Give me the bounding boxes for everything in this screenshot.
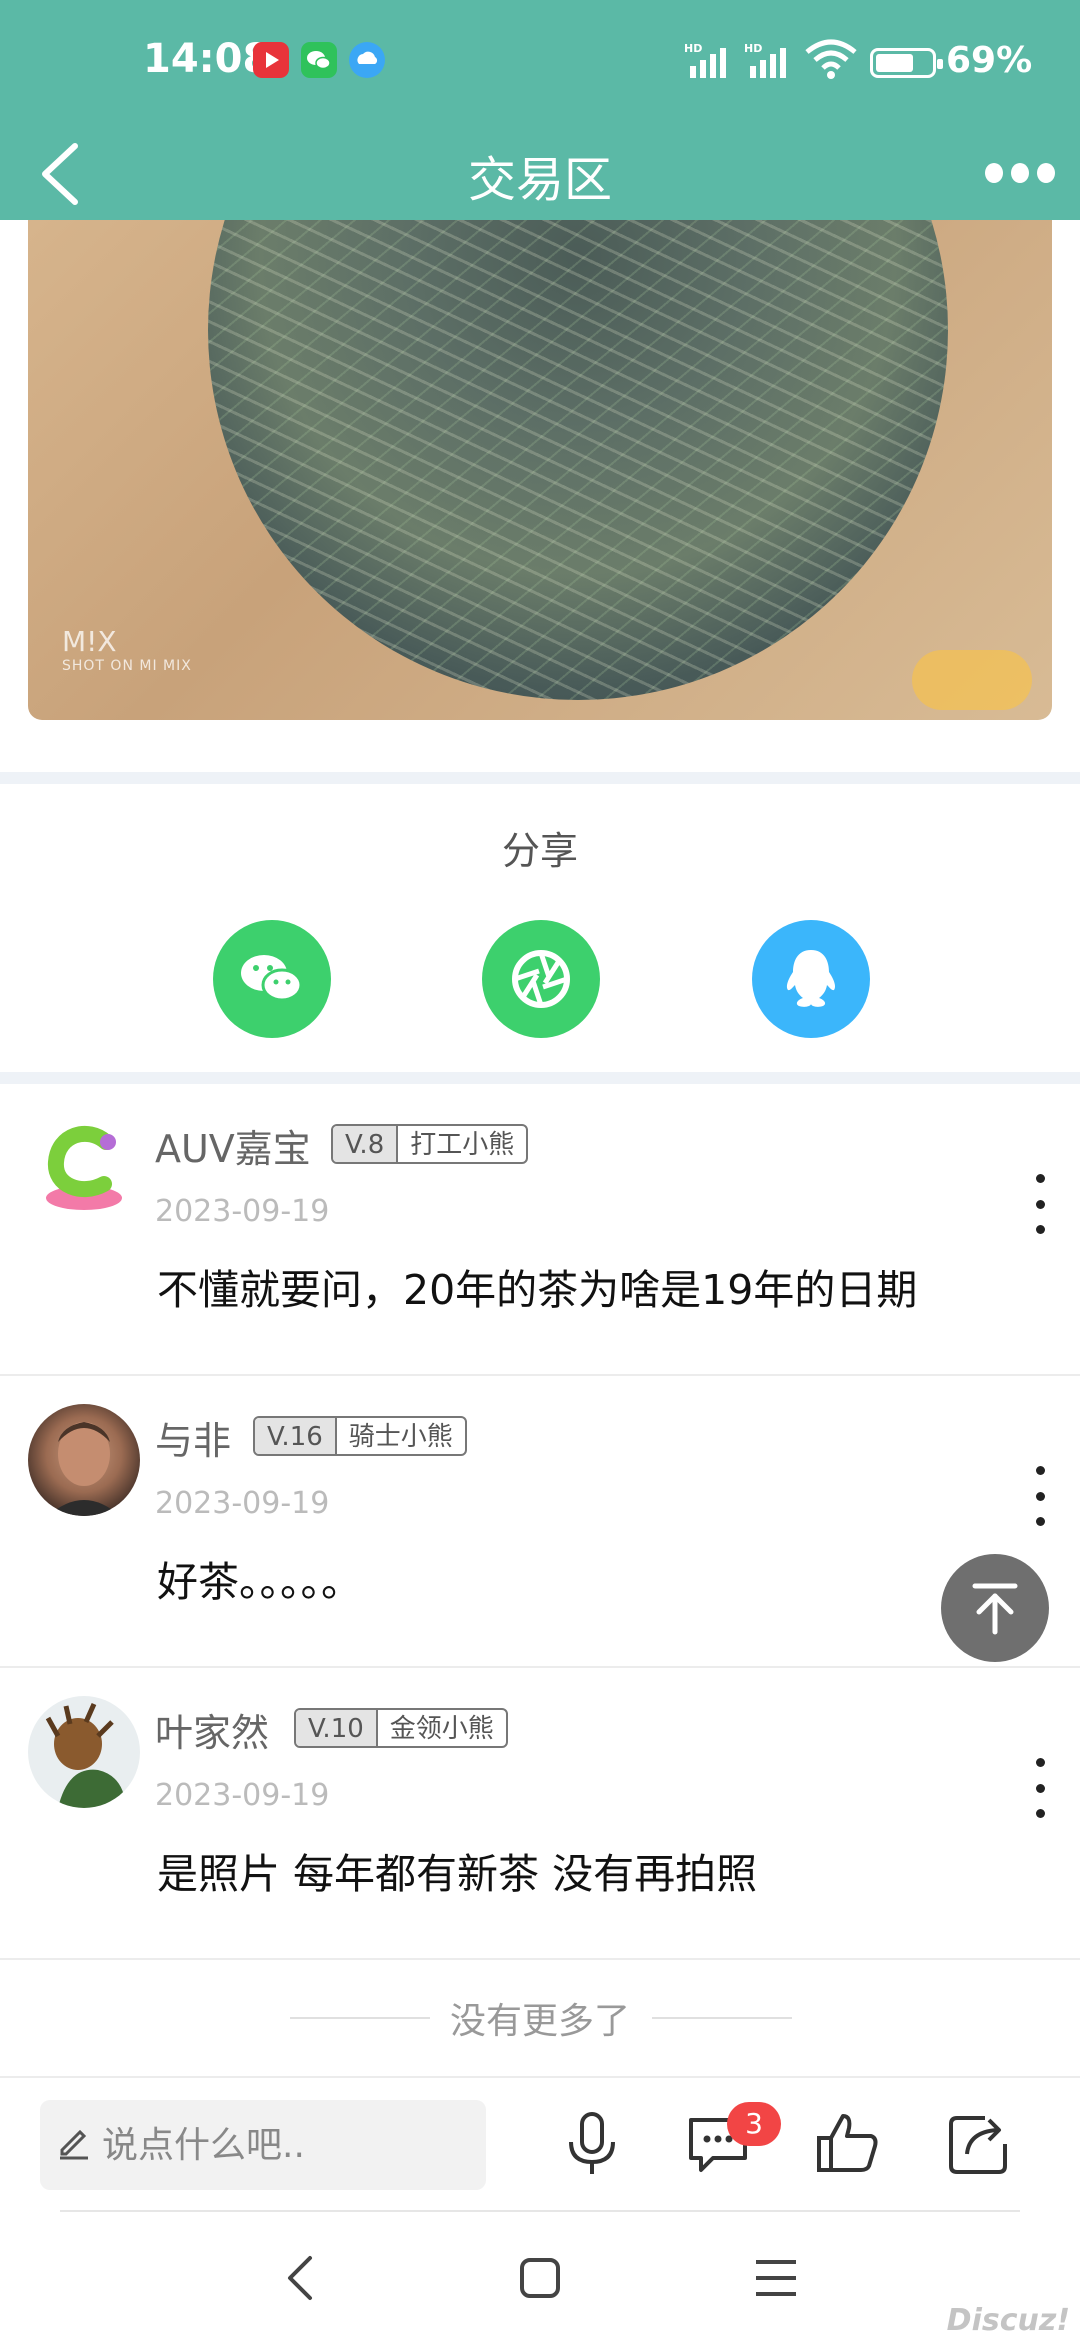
comment-input[interactable] [102, 2100, 472, 2190]
comment-count-badge: 3 [727, 2102, 781, 2146]
comment-text: 是照片 每年都有新茶 没有再拍照 [157, 1850, 758, 1898]
status-time: 14:08 [143, 36, 271, 82]
bottom-toolbar: 3 [0, 2076, 1080, 2212]
comment-date: 2023-09-19 [155, 1194, 330, 1229]
wechat-icon [241, 955, 303, 1002]
section-divider [0, 772, 1080, 784]
battery-icon [870, 48, 943, 78]
comment-input-box[interactable] [40, 2100, 486, 2190]
tea-cake-photo[interactable]: M!X SHOT ON MI MIX [28, 220, 1052, 720]
comment-menu-icon[interactable] [1030, 1466, 1050, 1526]
comment-date: 2023-09-19 [155, 1486, 330, 1521]
user-level-badge: V.8 打工小熊 [331, 1124, 529, 1164]
comment-item: 与非 V.16 骑士小熊 2023-09-19 好茶。。。。。 [0, 1376, 1080, 1668]
photo-watermark: M!X SHOT ON MI MIX [62, 625, 192, 674]
page-title: 交易区 [467, 152, 612, 208]
avatar[interactable] [28, 1404, 140, 1516]
tea-cake-image [208, 220, 948, 700]
nav-recents-icon[interactable] [746, 2252, 806, 2304]
comment-menu-icon[interactable] [1030, 1174, 1050, 1234]
user-rank: 打工小熊 [410, 1130, 515, 1160]
back-to-top-button[interactable] [941, 1554, 1049, 1662]
user-level-badge: V.10 金领小熊 [294, 1708, 508, 1748]
user-rank: 金领小熊 [389, 1714, 494, 1744]
moments-icon [512, 950, 570, 1008]
user-rank: 骑士小熊 [348, 1422, 453, 1452]
signal-label: HD [744, 42, 762, 55]
qq-icon [786, 950, 836, 1007]
top-bar: 14:08 HD HD 69% 交易区 [0, 0, 1080, 220]
comment-item: AUV嘉宝 V.8 打工小熊 2023-09-19 不懂就要问，20年的茶为啥是… [0, 1084, 1080, 1376]
divider-line [652, 2017, 792, 2019]
signal-icon: HD [684, 42, 726, 78]
comment-text: 不懂就要问，20年的茶为啥是19年的日期 [157, 1266, 918, 1314]
thumbs-up-icon[interactable] [813, 2108, 883, 2178]
username[interactable]: 与非 [155, 1410, 231, 1465]
nav-home-icon[interactable] [510, 2252, 570, 2304]
share-moments-button[interactable] [482, 920, 600, 1038]
avatar[interactable] [28, 1112, 140, 1224]
share-icon[interactable] [943, 2108, 1013, 2178]
share-title: 分享 [501, 829, 578, 873]
share-wechat-button[interactable] [213, 920, 331, 1038]
user-level-badge: V.16 骑士小熊 [253, 1416, 467, 1456]
comment-date: 2023-09-19 [155, 1778, 330, 1813]
comment-menu-icon[interactable] [1030, 1758, 1050, 1818]
share-qq-button[interactable] [752, 920, 870, 1038]
user-level: V.8 [333, 1126, 399, 1162]
nav-back-icon[interactable] [272, 2252, 332, 2304]
signal-icon-2: HD [744, 42, 786, 78]
battery-percent: 69% [946, 40, 1033, 81]
user-level: V.10 [296, 1710, 378, 1746]
microphone-icon[interactable] [557, 2108, 627, 2178]
signal-label: HD [684, 42, 702, 55]
user-level: V.16 [255, 1418, 337, 1454]
comment-item: 叶家然 V.10 金领小熊 2023-09-19 是照片 每年都有新茶 没有再拍… [0, 1668, 1080, 1960]
video-app-icon [253, 42, 289, 78]
photo-stamp [912, 650, 1032, 710]
pen-icon [60, 2129, 88, 2160]
username[interactable]: 叶家然 [155, 1702, 269, 1757]
photo-watermark-line: SHOT ON MI MIX [62, 658, 192, 674]
comment-text: 好茶。。。。。 [157, 1558, 362, 1606]
system-nav-bar: Discuz! [0, 2212, 1080, 2340]
username[interactable]: AUV嘉宝 [155, 1118, 311, 1173]
discuz-watermark: Discuz! [946, 2303, 1070, 2338]
avatar[interactable] [28, 1696, 140, 1808]
photo-watermark-brand: M!X [62, 625, 117, 658]
cloud-app-icon [349, 42, 385, 78]
wechat-app-icon [301, 42, 337, 78]
no-more-label: 没有更多了 [449, 2001, 630, 2042]
arrow-up-icon [972, 1583, 1018, 1635]
app-header: 交易区 [0, 128, 1080, 220]
wifi-icon [805, 39, 857, 79]
more-options-icon[interactable] [985, 153, 1055, 193]
status-bar: 14:08 HD HD 69% [0, 0, 1080, 128]
section-divider [0, 1072, 1080, 1084]
